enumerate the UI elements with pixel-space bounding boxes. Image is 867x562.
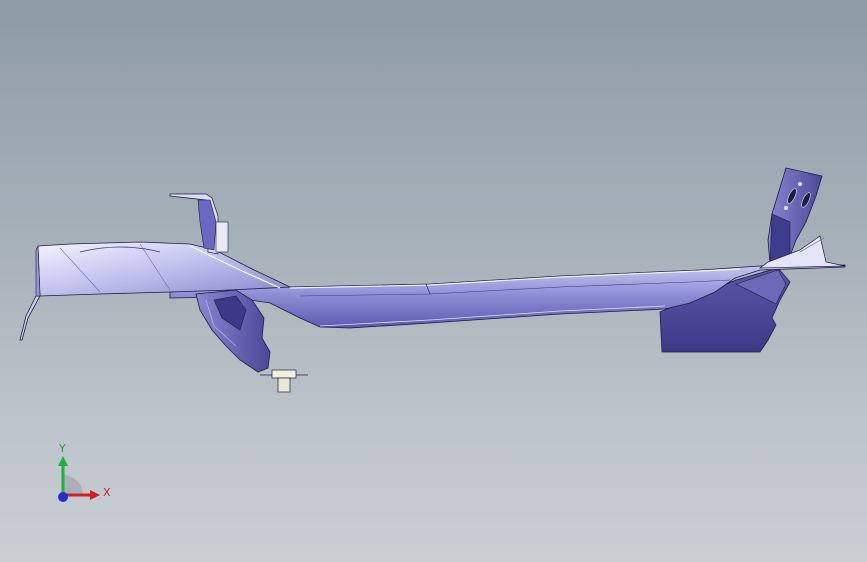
3d-part-model[interactable] <box>0 0 867 562</box>
hanging-bracket[interactable] <box>195 289 271 373</box>
z-axis-marker <box>58 492 68 502</box>
x-axis-label: X <box>103 486 111 499</box>
y-axis-label: Y <box>59 442 66 455</box>
coordinate-triad: Y X <box>48 440 118 510</box>
mount-stud[interactable] <box>260 369 308 393</box>
graphics-viewport[interactable]: Y X <box>0 0 867 562</box>
